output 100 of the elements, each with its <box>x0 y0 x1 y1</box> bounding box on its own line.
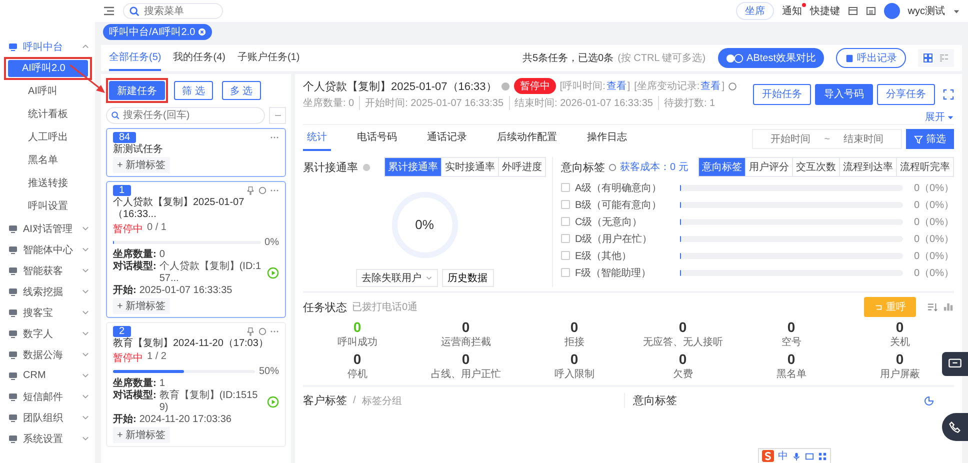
fullscreen-icon[interactable] <box>943 88 954 100</box>
stat-label: 欠费 <box>672 368 693 381</box>
view-link[interactable]: 查看 <box>700 79 721 93</box>
tab[interactable]: 操作日志 <box>583 127 631 151</box>
segment-tab[interactable]: 外呼进度 <box>498 158 545 176</box>
list-icon[interactable] <box>938 52 950 64</box>
sidebar-item[interactable]: 团队组织 <box>0 407 95 428</box>
chat-button[interactable] <box>942 352 968 376</box>
call-record-button[interactable]: 呼出记录 <box>836 48 906 68</box>
segment-tab[interactable]: 用户评分 <box>745 158 792 176</box>
sort-icon[interactable] <box>927 302 938 312</box>
checkbox[interactable] <box>561 251 570 260</box>
grid-icon[interactable] <box>818 452 827 460</box>
sidebar-subitem[interactable]: 黑名单 <box>8 152 88 169</box>
action-button[interactable]: 分享任务 <box>877 84 935 104</box>
toolbar-action[interactable]: 坐席 <box>736 2 774 20</box>
play-icon[interactable] <box>267 396 279 408</box>
tab[interactable]: 统计 <box>303 127 331 151</box>
search-field[interactable]: 搜索菜单 <box>123 3 223 19</box>
sidebar-item[interactable]: 智能体中心 <box>0 239 95 260</box>
action-button[interactable]: 开始任务 <box>753 84 811 104</box>
task-card[interactable]: 84 新测试任务 + 新增标签 <box>106 128 286 177</box>
sidebar-item[interactable]: 智能获客 <box>0 260 95 281</box>
tab[interactable]: 全部任务(5) <box>109 45 162 71</box>
pin-icon[interactable] <box>246 186 255 195</box>
checkbox[interactable] <box>561 268 570 277</box>
window-icon[interactable] <box>848 6 858 16</box>
window-icon[interactable] <box>866 6 876 16</box>
history-button[interactable]: 历史数据 <box>442 269 494 287</box>
sidebar-subitem[interactable]: 人工呼出 <box>8 129 88 146</box>
task-button[interactable]: 多 选 <box>222 81 261 100</box>
sidebar-item[interactable]: AI对话管理 <box>0 218 95 239</box>
stat-value: 0 <box>896 319 904 335</box>
segment-tab[interactable]: 流程听完率 <box>896 158 953 176</box>
play-icon[interactable] <box>267 267 279 279</box>
grid-icon[interactable] <box>922 52 934 64</box>
add-tag-button[interactable]: + 新增标签 <box>113 298 170 314</box>
segment-tab[interactable]: 意向标签 <box>699 158 745 176</box>
tab[interactable]: 通话记录 <box>423 127 471 151</box>
sidebar-subitem[interactable]: AI呼叫 <box>8 83 88 100</box>
microphone-icon[interactable] <box>792 452 801 460</box>
task-card[interactable]: 2 教育【复制】2024-11-20（17:03） 暂停中 1 / 2 50% 坐席数量: 1 对话模型: 教育【复制】(ID:15159) 开始: 2024-11-20 17:03:36 + 新增标签 <box>106 322 286 447</box>
tab[interactable]: 电话号码 <box>353 127 401 151</box>
caret-icon[interactable] <box>953 8 960 14</box>
stat-label: 运营商拦截 <box>440 336 491 349</box>
segment-tab[interactable]: 实时接通率 <box>441 158 498 176</box>
sidebar-item[interactable]: 数据公海 <box>0 344 95 365</box>
sidebar-item[interactable]: 搜客宝 <box>0 302 95 323</box>
input-mode-text[interactable]: 中 <box>778 449 788 463</box>
avatar[interactable] <box>884 3 900 19</box>
sidebar-item[interactable]: 系统设置 <box>0 428 95 449</box>
expand-link[interactable]: 展开 <box>925 110 945 124</box>
stat-label: 拒接 <box>564 336 584 349</box>
user-name[interactable]: wyc测试 <box>908 4 945 18</box>
pin-icon[interactable] <box>246 327 255 336</box>
add-tag-button[interactable]: + 新增标签 <box>113 427 170 443</box>
checkbox[interactable] <box>561 200 570 209</box>
meta-text: 开始时间: 2025-01-07 16:33:35 <box>359 96 509 110</box>
tab[interactable]: 子账户任务(1) <box>237 45 300 71</box>
monitor-icon <box>8 244 18 254</box>
menu-icon[interactable] <box>103 6 115 16</box>
sidebar-item[interactable]: CRM <box>0 365 95 386</box>
sidebar-item[interactable]: 线索挖掘 <box>0 281 95 302</box>
task-button[interactable]: 筛 选 <box>174 81 213 100</box>
checkbox[interactable] <box>561 234 570 243</box>
task-card[interactable]: 1 个人贷款【复制】2025-01-07（16:33... 暂停中 0 / 1 0% 坐席数量: 0 对话模型: 个人贷款【复制】(ID:157... 开始: 2025-01-07 16:33:35 + 新增标签 <box>106 181 286 318</box>
filter-button[interactable]: 筛选 <box>906 129 954 149</box>
sidebar-subitem[interactable]: 统计看板 <box>8 106 88 123</box>
bar-chart-icon[interactable] <box>943 302 954 312</box>
caret-icon[interactable] <box>947 114 954 120</box>
view-link[interactable]: 查看 <box>606 79 626 93</box>
sidebar-subitem[interactable]: 呼叫设置 <box>8 198 88 215</box>
checkbox[interactable] <box>561 183 570 192</box>
sidebar-item[interactable]: 呼叫中台 <box>0 36 95 57</box>
collapse-button[interactable] <box>269 107 286 124</box>
tab[interactable]: 后续动作配置 <box>493 127 561 151</box>
sidebar-item[interactable]: 短信邮件 <box>0 386 95 407</box>
chevron-icon <box>82 435 89 442</box>
sidebar-item[interactable]: 数字人 <box>0 323 95 344</box>
segment-tab[interactable]: 交互次数 <box>792 158 839 176</box>
checkbox[interactable] <box>561 217 570 226</box>
sidebar-subitem[interactable]: AI呼叫2.0 <box>8 60 88 77</box>
sidebar-subitem[interactable]: 推送转接 <box>8 175 88 192</box>
filter-dropdown[interactable]: 去除失联用户 <box>356 269 438 287</box>
chevron-icon <box>82 43 89 50</box>
close-icon[interactable] <box>198 28 206 36</box>
hint-text: (按 CTRL 键可多选) <box>618 52 706 65</box>
tab[interactable]: 我的任务(4) <box>173 45 226 71</box>
add-tag-button[interactable]: + 新增标签 <box>113 157 170 173</box>
abtest-button[interactable]: ABtest效果对比 <box>718 48 824 68</box>
toolbar-action[interactable]: 快捷键 <box>810 4 840 18</box>
action-button[interactable]: 导入号码 <box>815 84 873 104</box>
input-method-logo-icon[interactable] <box>762 450 774 462</box>
breadcrumb-tag[interactable]: 呼叫中台/AI呼叫2.0 <box>103 24 212 40</box>
search-icon <box>111 111 120 120</box>
segment-tab[interactable]: 流程到达率 <box>839 158 896 176</box>
search-field[interactable]: 搜索任务(回车) <box>106 107 265 124</box>
pie-chart-icon[interactable] <box>924 396 934 406</box>
segment-tab[interactable]: 累计接通率 <box>385 158 441 176</box>
task-button[interactable]: 新建任务 <box>109 81 165 100</box>
